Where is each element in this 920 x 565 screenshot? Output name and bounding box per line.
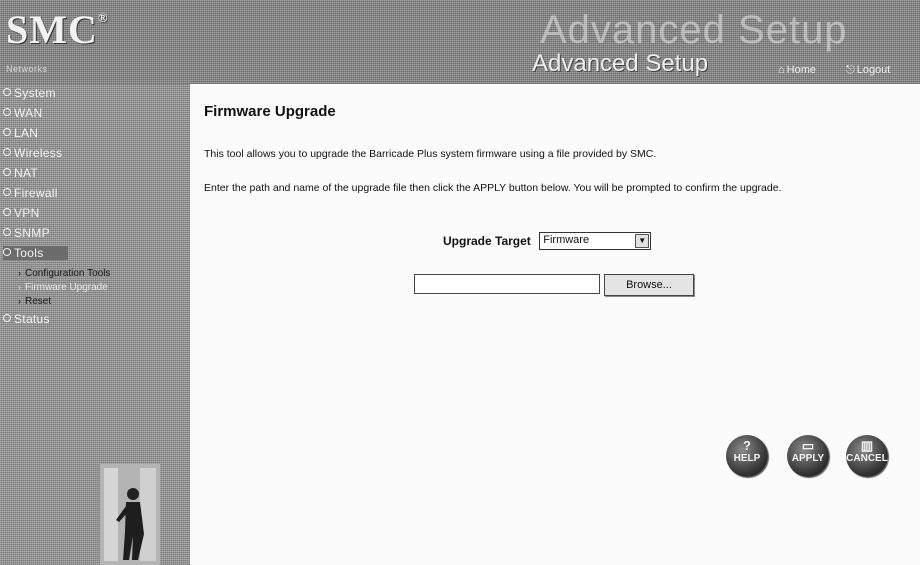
bullet-icon — [3, 88, 11, 96]
instructions-text: Enter the path and name of the upgrade f… — [204, 182, 782, 194]
home-icon: ⌂ — [778, 64, 785, 76]
intro-text: This tool allows you to upgrade the Barr… — [204, 148, 657, 160]
cancel-button[interactable]: ▥ CANCEL — [846, 435, 888, 477]
logout-link-label: Logout — [856, 64, 891, 76]
apply-button[interactable]: ▭ APPLY — [787, 435, 829, 477]
header-background-word: Advanced Setup — [540, 8, 848, 52]
header-banner: SMC® Networks Advanced Setup Advanced Se… — [0, 0, 920, 84]
logo-tagline: Networks — [6, 64, 48, 74]
bullet-icon — [3, 248, 11, 256]
trash-icon: ▥ — [860, 438, 874, 453]
sidebar-subitem-label: Configuration Tools — [25, 268, 111, 279]
sidebar-item-wireless[interactable]: Wireless — [3, 146, 62, 160]
sidebar-subitem-label: Reset — [25, 296, 52, 307]
sidebar-item-label: Tools — [14, 246, 44, 260]
sidebar-item-tools[interactable]: Tools — [3, 246, 68, 260]
arrow-icon: › — [18, 268, 21, 278]
sidebar-item-system[interactable]: System — [3, 86, 56, 100]
bullet-icon — [3, 314, 11, 322]
page-title: Firmware Upgrade — [204, 103, 336, 120]
sidebar-item-lan[interactable]: LAN — [3, 126, 38, 140]
bullet-icon — [3, 188, 11, 196]
bullet-icon — [3, 208, 11, 216]
sidebar-item-label: SNMP — [14, 226, 50, 240]
sidebar-subitem-configuration-tools[interactable]: › Configuration Tools — [18, 268, 110, 279]
bullet-icon — [3, 128, 11, 136]
sidebar-item-wan[interactable]: WAN — [3, 106, 42, 120]
bullet-icon — [3, 108, 11, 116]
help-button-label: HELP — [733, 453, 761, 464]
upgrade-target-label: Upgrade Target — [443, 234, 531, 248]
bullet-icon — [3, 168, 11, 176]
section-title: Advanced Setup — [532, 50, 709, 77]
home-link[interactable]: ⌂ Home — [778, 64, 816, 76]
arrow-icon: › — [18, 282, 21, 292]
upgrade-target-value: Firmware — [543, 234, 590, 246]
sidebar-item-label: Wireless — [14, 146, 63, 160]
main-content: Firmware Upgrade This tool allows you to… — [190, 84, 920, 565]
sidebar-item-snmp[interactable]: SNMP — [3, 226, 50, 240]
upgrade-target-select[interactable]: Firmware ▼ — [539, 232, 652, 250]
sidebar-subitem-firmware-upgrade[interactable]: › Firmware Upgrade — [18, 282, 108, 293]
smc-logo: SMC® — [6, 7, 109, 52]
sidebar-item-label: System — [14, 86, 56, 100]
help-button[interactable]: ? HELP — [726, 435, 768, 477]
document-icon: ▭ — [801, 438, 815, 453]
sidebar-subitem-reset[interactable]: › Reset — [18, 296, 51, 307]
sidebar-subitem-label: Firmware Upgrade — [25, 282, 108, 293]
sidebar-item-status[interactable]: Status — [3, 312, 50, 326]
home-link-label: Home — [786, 64, 816, 76]
chevron-down-icon[interactable]: ▼ — [635, 234, 650, 248]
file-path-input[interactable] — [414, 274, 600, 294]
bullet-icon — [3, 228, 11, 236]
sidebar: System WAN LAN Wireless NAT Firewall VPN… — [0, 84, 190, 565]
sidebar-item-vpn[interactable]: VPN — [3, 206, 40, 220]
sidebar-item-label: WAN — [14, 106, 43, 120]
logout-link[interactable]: ⎋ Logout — [846, 64, 890, 77]
apply-button-label: APPLY — [791, 453, 825, 464]
upgrade-target-row: Upgrade Target Firmware ▼ — [443, 232, 652, 250]
sidebar-item-label: Firewall — [14, 186, 58, 200]
logout-icon: ⎋ — [846, 64, 855, 76]
sidebar-item-label: LAN — [14, 126, 39, 140]
question-icon: ? — [743, 438, 751, 453]
browse-button[interactable]: Browse... — [604, 274, 694, 296]
sidebar-item-label: Status — [14, 312, 50, 326]
sidebar-item-label: VPN — [14, 206, 40, 220]
sidebar-item-firewall[interactable]: Firewall — [3, 186, 58, 200]
cancel-button-label: CANCEL — [846, 453, 888, 464]
sidebar-item-nat[interactable]: NAT — [3, 166, 38, 180]
decorative-figure-image — [100, 464, 160, 565]
bullet-icon — [3, 148, 11, 156]
arrow-icon: › — [18, 296, 21, 306]
sidebar-item-label: NAT — [14, 166, 39, 180]
